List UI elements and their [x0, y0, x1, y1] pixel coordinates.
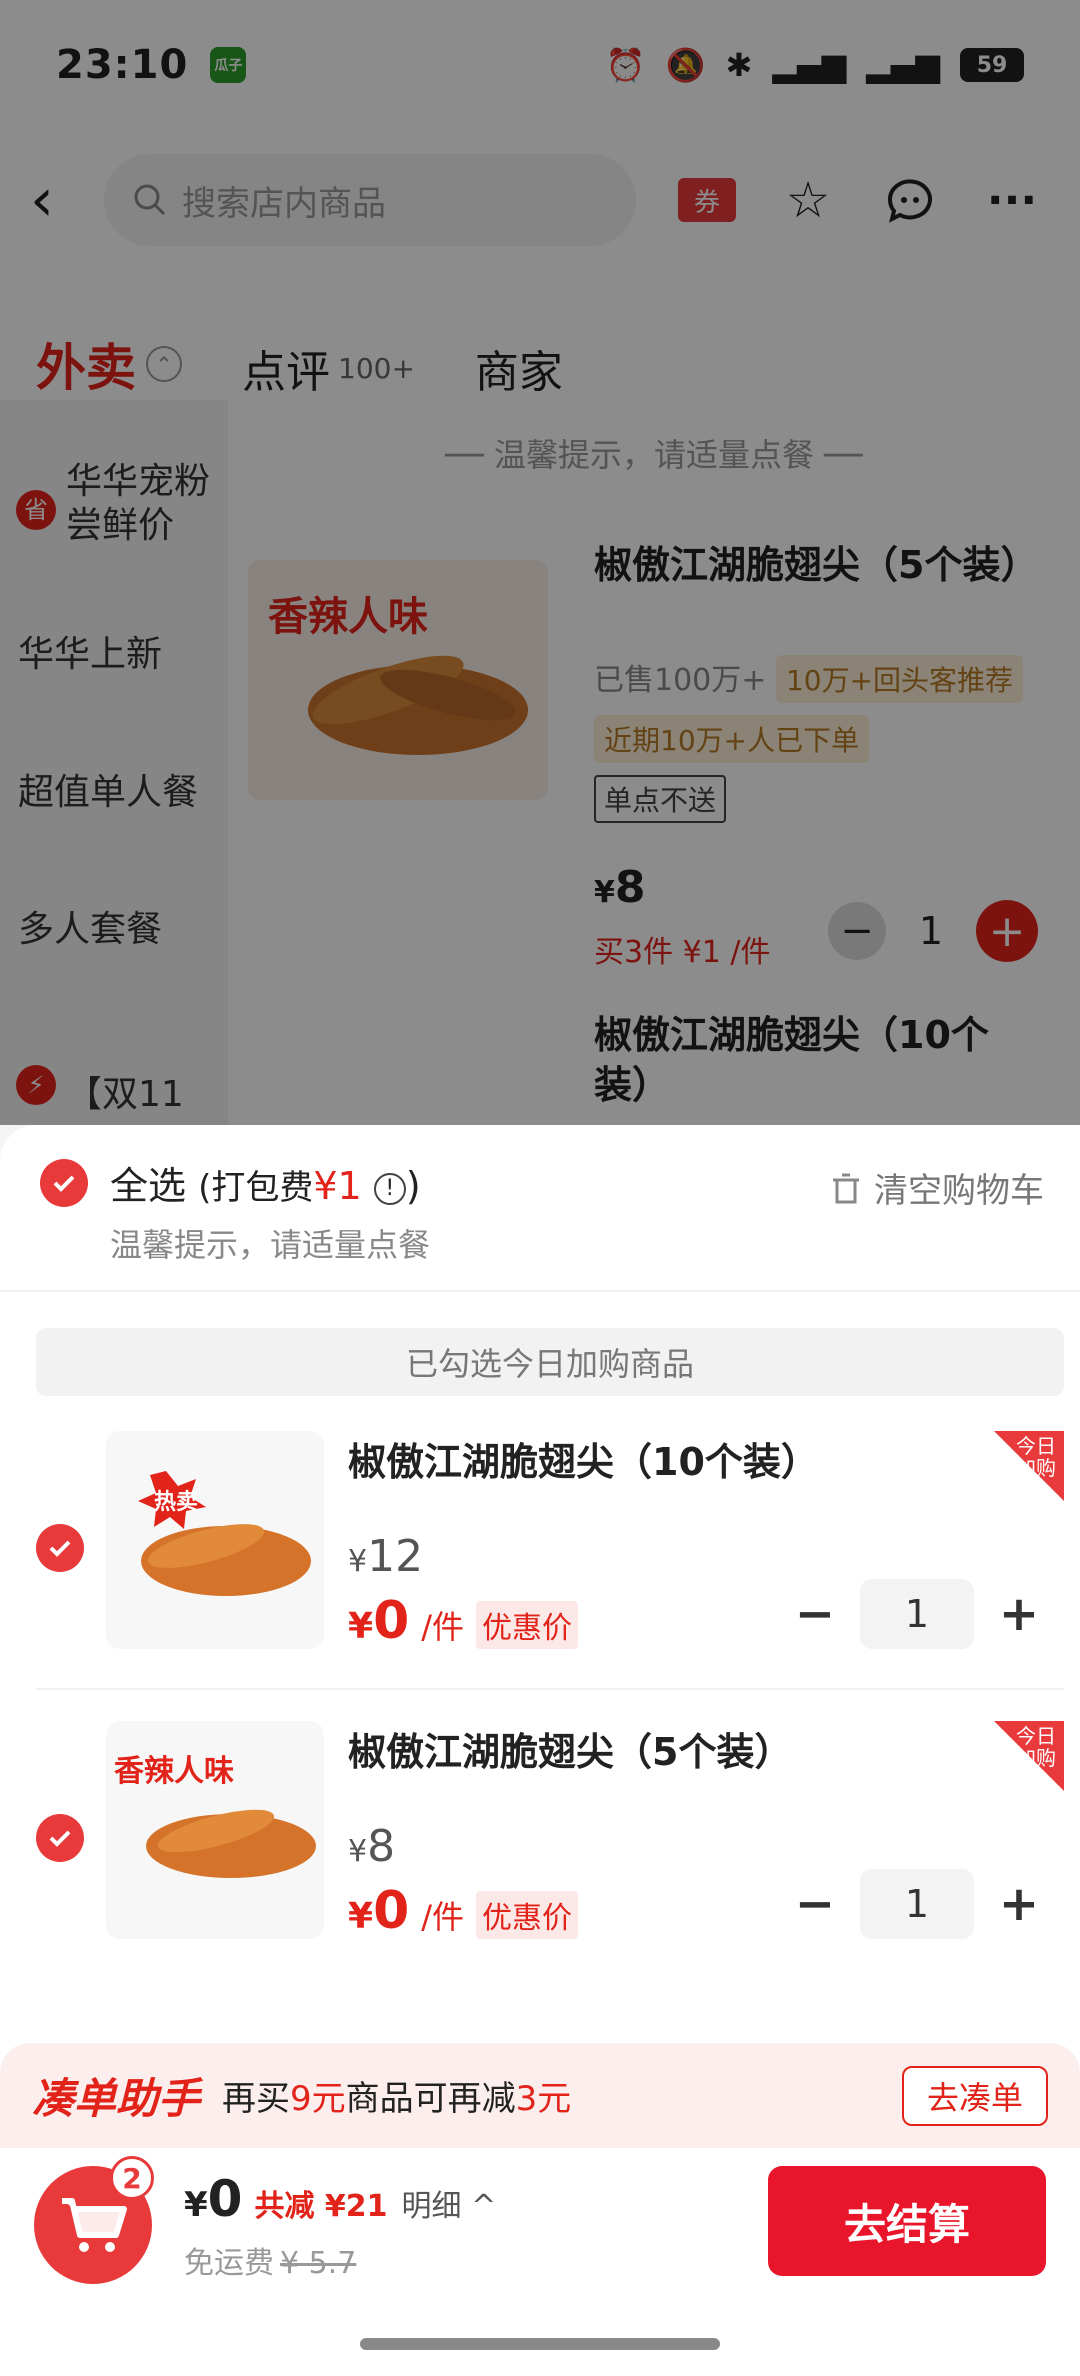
packing-fee-prefix: (打包费: [198, 1168, 314, 1208]
checkbox-checked-icon[interactable]: [36, 1814, 84, 1862]
checkout-bar: 2 ¥0 共减 ¥21 明细 ^ 免运费 ¥ 5.7 去结算: [0, 2148, 1080, 2298]
quantity-stepper: − 1 +: [790, 1579, 1044, 1649]
checkbox-checked-icon[interactable]: [36, 1524, 84, 1572]
trash-icon: [833, 1173, 859, 1203]
checkout-button[interactable]: 去结算: [768, 2166, 1046, 2276]
plus-icon[interactable]: +: [994, 1876, 1044, 1932]
clear-cart-label: 清空购物车: [874, 1171, 1044, 1211]
cart-item-image: 香辣人味: [106, 1721, 324, 1939]
orig-currency: ¥: [348, 1834, 368, 1869]
cart-icon: [62, 2198, 127, 2252]
discount-badge: 优惠价: [476, 1891, 579, 1939]
cart-item: 香辣人味 椒傲江湖脆翅尖（5个装） ¥8 ¥ 0 /件 优惠价 今日加购 − 1…: [0, 1721, 1080, 1971]
cart-item-name: 椒傲江湖脆翅尖（5个装）: [348, 1730, 793, 1774]
total-saved: 共减 ¥21: [254, 2189, 388, 2224]
now-currency: ¥: [348, 1606, 374, 1647]
helper-msg-d: 3元: [515, 2079, 572, 2119]
divider: [36, 1688, 1064, 1690]
helper-msg-c: 商品可再减: [345, 2079, 516, 2119]
total-value: 0: [207, 2170, 243, 2228]
helper-message: 再买9元商品可再减3元: [222, 2071, 571, 2120]
clear-cart-button[interactable]: 清空购物车: [828, 1163, 1044, 1212]
now-currency: ¥: [348, 1896, 374, 1937]
orig-price: 8: [367, 1821, 396, 1872]
now-price: 0: [373, 1591, 410, 1651]
quantity-stepper: − 1 +: [790, 1869, 1044, 1939]
cart-item-current-price: ¥ 0 /件 优惠价: [348, 1591, 579, 1651]
checkbox-checked-icon[interactable]: [40, 1158, 88, 1207]
cart-count-badge: 2: [110, 2156, 154, 2200]
quantity-value[interactable]: 1: [860, 1869, 974, 1939]
helper-msg-b: 9元: [290, 2079, 346, 2119]
cart-item-current-price: ¥ 0 /件 优惠价: [348, 1881, 579, 1941]
total-price: ¥0 共减 ¥21 明细 ^: [184, 2170, 496, 2228]
helper-msg-a: 再买: [222, 2079, 291, 2119]
packing-fee-value: ¥1: [313, 1164, 362, 1208]
total-amount: ¥0: [184, 2170, 242, 2228]
added-today-ribbon: 今日加购: [994, 1431, 1064, 1501]
helper-title: 凑单助手: [32, 2074, 201, 2123]
ribbon-label: 今日加购: [1016, 1434, 1056, 1480]
bundle-helper-bar: 凑单助手 再买9元商品可再减3元 去凑单: [0, 2043, 1080, 2148]
select-all-label: 全选 (打包费¥1 !): [110, 1155, 421, 1210]
quantity-value[interactable]: 1: [860, 1579, 974, 1649]
cart-item-name: 椒傲江湖脆翅尖（10个装）: [348, 1440, 819, 1484]
total-currency: ¥: [184, 2185, 208, 2225]
added-today-banner: 已勾选今日加购商品: [36, 1328, 1064, 1396]
shipping-info: 免运费 ¥ 5.7: [184, 2238, 356, 2282]
home-indicator[interactable]: [360, 2338, 720, 2350]
cart-item-original-price: ¥12: [348, 1531, 423, 1582]
cart-tip: 温馨提示，请适量点餐: [110, 1226, 431, 1264]
shipping-original: ¥ 5.7: [280, 2246, 357, 2281]
info-icon[interactable]: !: [373, 1172, 406, 1205]
discount-badge: 优惠价: [476, 1601, 579, 1649]
orig-currency: ¥: [348, 1544, 368, 1579]
ribbon-label: 今日加购: [1016, 1724, 1056, 1770]
now-price: 0: [373, 1881, 410, 1941]
added-today-ribbon: 今日加购: [994, 1721, 1064, 1791]
cart-item-sticker: 香辣人味: [114, 1755, 234, 1788]
price-detail-link[interactable]: 明细 ^: [402, 2181, 497, 2225]
minus-icon[interactable]: −: [790, 1876, 840, 1932]
cart-item-original-price: ¥8: [348, 1821, 395, 1872]
cart-item-image: 热卖: [106, 1431, 324, 1649]
dim-overlay[interactable]: [0, 0, 1080, 1125]
select-all-row[interactable]: 全选 (打包费¥1 !): [40, 1155, 421, 1210]
page: 23:10 瓜子 ⏰ 🔕 ✱ ▂▄▆ ▂▄▆ 59 ‹ 搜索店内商品 券 ☆ ·…: [0, 0, 1080, 2376]
cart-item-sticker: 热卖: [154, 1489, 198, 1514]
orig-price: 12: [367, 1531, 424, 1582]
plus-icon[interactable]: +: [994, 1586, 1044, 1642]
select-all-text: 全选: [110, 1164, 187, 1208]
divider: [0, 1290, 1080, 1292]
cart-item: 热卖 椒傲江湖脆翅尖（10个装） ¥12 ¥ 0 /件 优惠价 今日加购 − 1…: [0, 1431, 1080, 1681]
minus-icon[interactable]: −: [790, 1586, 840, 1642]
shipping-label: 免运费: [184, 2246, 274, 2281]
price-unit: /件: [421, 1608, 465, 1646]
go-bundle-button[interactable]: 去凑单: [902, 2065, 1048, 2126]
price-unit: /件: [421, 1898, 465, 1936]
packing-fee-suffix: ): [405, 1164, 421, 1208]
